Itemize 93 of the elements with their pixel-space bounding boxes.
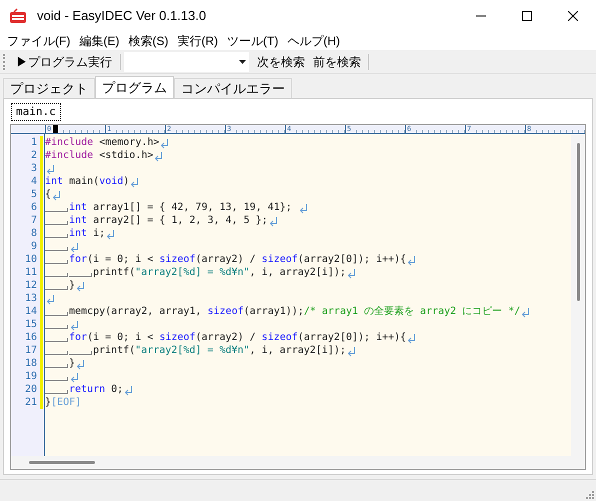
code-text: }: [69, 357, 76, 370]
dropdown-arrow-icon: [239, 60, 246, 64]
return-mark-icon: [106, 227, 116, 240]
return-mark-icon: [76, 357, 86, 370]
app-icon: [9, 8, 27, 24]
code-text: int array1[] = { 42, 79, 13, 19, 41};: [69, 201, 293, 214]
tab[interactable]: コンパイルエラー: [174, 78, 292, 98]
line-number: 7: [30, 214, 38, 227]
code-text: {: [45, 188, 52, 201]
line-number: 11: [24, 266, 38, 279]
menu-item[interactable]: 編集(E): [75, 32, 124, 50]
find-previous-button[interactable]: 前を検索: [309, 52, 365, 72]
menu-item[interactable]: 検索(S): [124, 32, 172, 50]
line-number: 12: [24, 279, 38, 292]
code-text: printf("array2[%d] = %d¥n", i, array2[i]);: [93, 344, 346, 357]
return-mark-icon: [70, 318, 79, 331]
code-text: for(i = 0; i < sizeof(array2) / sizeof(array2[0]); i++){: [69, 331, 406, 344]
return-mark-icon: [298, 201, 308, 214]
return-mark-icon: [407, 331, 416, 344]
return-mark-icon: [130, 175, 140, 188]
return-mark-icon: [154, 149, 164, 162]
code-text: return 0;: [69, 383, 124, 396]
window-title: void - EasyIDEC Ver 0.1.13.0: [37, 7, 206, 26]
line-number: 17: [24, 344, 38, 357]
line-number: 14: [24, 305, 38, 318]
return-mark-icon: [346, 344, 356, 357]
tab-mark-icon: [45, 390, 68, 394]
code-text: int array2[] = { 1, 2, 3, 4, 5 };: [69, 214, 268, 227]
tab[interactable]: プロジェクト: [3, 78, 95, 98]
line-number: 2: [30, 149, 38, 162]
code-text: printf("array2[%d] = %d¥n", i, array2[i]);: [93, 266, 346, 279]
vertical-scrollbar[interactable]: [571, 134, 585, 456]
tab[interactable]: プログラム: [95, 76, 174, 98]
return-mark-icon: [46, 162, 55, 175]
line-number: 9: [30, 240, 38, 253]
tab-mark-icon: [45, 260, 68, 264]
code-text: #include <memory.h>: [45, 136, 160, 149]
line-number: 19: [24, 370, 38, 383]
line-number: 1: [30, 136, 38, 149]
tab-mark-icon: [45, 208, 68, 212]
menu-item[interactable]: ツール(T): [223, 32, 282, 50]
tab-mark-icon: [45, 364, 68, 368]
maximize-icon: [522, 11, 532, 21]
tab-mark-icon: [45, 377, 68, 381]
code-text: }[EOF]: [45, 396, 82, 409]
return-mark-icon: [268, 214, 278, 227]
line-number: 16: [24, 331, 38, 344]
return-mark-icon: [76, 279, 86, 292]
line-number: 20: [24, 383, 38, 396]
return-mark-icon: [46, 292, 55, 305]
line-number: 6: [30, 201, 38, 214]
return-mark-icon: [52, 188, 62, 201]
line-number: 4: [30, 175, 38, 188]
line-number: 8: [30, 227, 38, 240]
tab-mark-icon: [45, 234, 68, 238]
line-number: 13: [24, 292, 38, 305]
tab-mark-icon: [45, 247, 68, 251]
return-mark-icon: [407, 253, 416, 266]
run-program-button[interactable]: ▶プログラム実行: [11, 52, 117, 72]
line-number: 18: [24, 357, 38, 370]
close-icon: [568, 11, 578, 21]
horizontal-scrollbar[interactable]: [11, 456, 585, 469]
scrollbar-thumb[interactable]: [29, 461, 95, 464]
return-mark-icon: [160, 136, 170, 149]
line-number: 3: [30, 162, 38, 175]
line-number: 10: [24, 253, 38, 266]
tab-mark-icon: [45, 338, 68, 342]
cursor-marker: [53, 125, 58, 133]
code-text: }: [69, 279, 76, 292]
line-number: 15: [24, 318, 38, 331]
code-text: #include <stdio.h>: [45, 149, 154, 162]
code-text: for(i = 0; i < sizeof(array2) / sizeof(array2[0]); i++){: [69, 253, 406, 266]
line-number: 5: [30, 188, 38, 201]
resize-grip-icon[interactable]: [584, 489, 594, 499]
menu-item[interactable]: ファイル(F): [3, 32, 74, 50]
tab-mark-icon: [45, 221, 68, 225]
return-mark-icon: [521, 305, 530, 318]
return-mark-icon: [70, 240, 79, 253]
find-next-button[interactable]: 次を検索: [253, 52, 309, 72]
return-mark-icon: [124, 383, 134, 396]
file-tab[interactable]: main.c: [11, 103, 61, 121]
scrollbar-thumb[interactable]: [576, 143, 580, 301]
tab-mark-icon: [45, 325, 68, 329]
menu-item[interactable]: ヘルプ(H): [283, 32, 344, 50]
return-mark-icon: [346, 266, 356, 279]
code-text: int i;: [69, 227, 106, 240]
code-text: memcpy(array2, array1, sizeof(array1));/* array1 の全要素を array2 にコピー */: [69, 305, 520, 318]
tab-mark-icon: [45, 312, 68, 316]
code-text: int main(void): [45, 175, 130, 188]
tab-mark-icon: [45, 286, 68, 290]
line-number: 21: [24, 396, 38, 409]
return-mark-icon: [70, 370, 79, 383]
menu-item[interactable]: 実行(R): [173, 32, 222, 50]
